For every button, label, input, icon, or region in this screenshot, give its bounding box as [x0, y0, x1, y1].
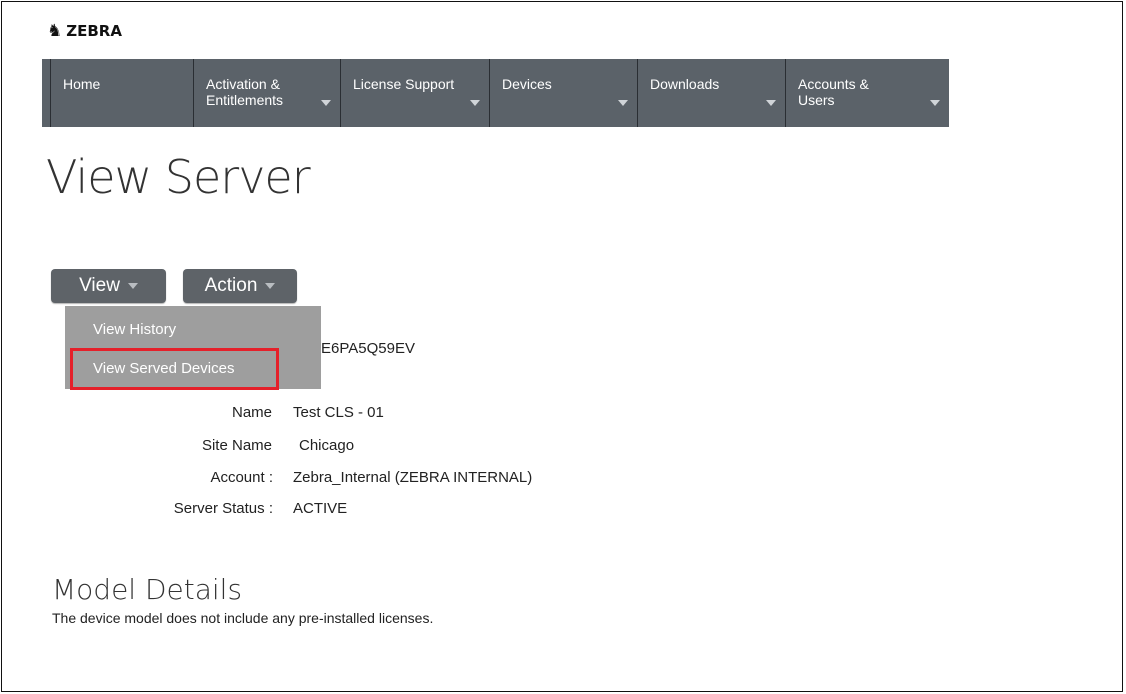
nav-label: Devices: [502, 76, 552, 92]
nav-devices[interactable]: Devices: [489, 59, 637, 127]
field-label-site-name: Site Name: [201, 437, 272, 454]
field-label-server-status: Server Status :: [173, 500, 273, 517]
chevron-down-icon: [470, 100, 480, 106]
field-label-name: Name: [231, 404, 272, 421]
action-button[interactable]: Action: [183, 269, 297, 303]
menu-item-view-history[interactable]: View History: [93, 321, 176, 338]
chevron-down-icon: [766, 100, 776, 106]
zebra-logo[interactable]: ♞ ZEBRA: [47, 21, 122, 41]
view-button[interactable]: View: [51, 269, 166, 303]
chevron-down-icon: [618, 100, 628, 106]
model-details-heading: Model Details: [52, 573, 243, 606]
field-value-server-status: ACTIVE: [293, 500, 348, 517]
view-button-label: View: [79, 275, 120, 296]
field-value-name: Test CLS - 01: [293, 404, 384, 421]
nav-accounts-users[interactable]: Accounts & Users: [785, 59, 949, 127]
action-button-label: Action: [204, 275, 258, 296]
chevron-down-icon: [930, 100, 940, 106]
nav-label: Home: [63, 76, 101, 92]
nav-label: Downloads: [650, 76, 720, 92]
field-value-site-name: Chicago: [299, 437, 355, 454]
nav-activation-entitlements[interactable]: Activation & Entitlements: [193, 59, 340, 127]
caret-down-icon: [127, 282, 138, 289]
nav-label: Activation & Entitlements: [206, 76, 284, 108]
model-details-note: The device model does not include any pr…: [52, 610, 434, 626]
nav-label: Accounts & Users: [798, 76, 869, 108]
field-value-account: Zebra_Internal (ZEBRA INTERNAL): [293, 469, 533, 486]
logo-text: ZEBRA: [66, 22, 122, 40]
caret-down-icon: [265, 282, 276, 289]
main-nav: Home Activation & Entitlements License S…: [42, 59, 949, 127]
zebra-head-icon: ♞: [47, 21, 63, 41]
nav-license-support[interactable]: License Support: [340, 59, 489, 127]
page-title: View Server: [46, 150, 311, 204]
chevron-down-icon: [321, 100, 331, 106]
server-serial: E6PA5Q59EV: [321, 340, 415, 357]
nav-label: License Support: [353, 76, 455, 92]
nav-home[interactable]: Home: [50, 59, 193, 127]
highlight-box: [70, 348, 279, 390]
field-label-account: Account :: [210, 469, 273, 486]
nav-downloads[interactable]: Downloads: [637, 59, 785, 127]
